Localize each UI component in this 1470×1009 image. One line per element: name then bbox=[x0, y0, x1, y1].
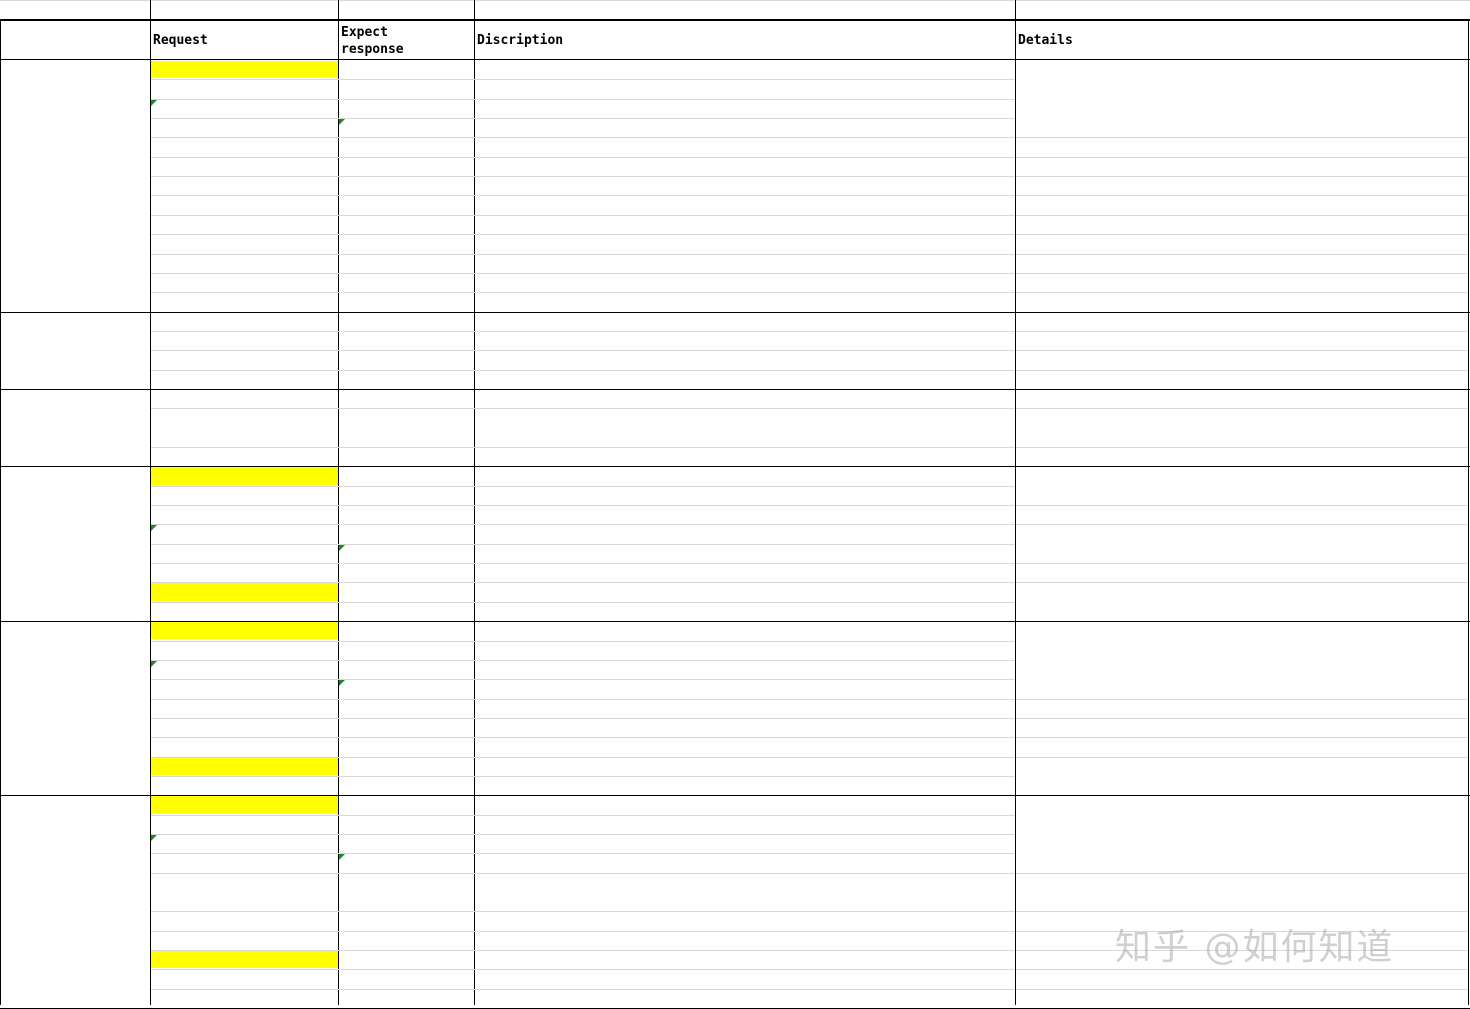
row-line bbox=[1016, 447, 1468, 448]
highlight-fill bbox=[151, 61, 338, 79]
row-line bbox=[151, 872, 1015, 874]
row-line bbox=[151, 350, 1015, 352]
row-line bbox=[1016, 911, 1468, 913]
grid-vline bbox=[1015, 0, 1016, 1005]
row-line bbox=[151, 505, 1015, 507]
row-line bbox=[1016, 234, 1468, 236]
row-line bbox=[1016, 195, 1468, 197]
row-line bbox=[151, 79, 1015, 81]
row-line bbox=[151, 234, 1015, 236]
row-line bbox=[151, 679, 1015, 681]
row-line bbox=[1016, 717, 1468, 719]
row-line bbox=[151, 969, 1015, 971]
comment-marker bbox=[151, 525, 157, 532]
row-line bbox=[151, 737, 1015, 739]
row-line bbox=[151, 408, 1015, 410]
row-line bbox=[1016, 737, 1468, 739]
grid-vline bbox=[1468, 19, 1469, 1005]
highlight-fill bbox=[151, 951, 338, 969]
comment-marker bbox=[151, 660, 157, 667]
spreadsheet: Request Expect response Discription Deta… bbox=[0, 0, 1470, 1009]
row-line bbox=[151, 601, 1015, 603]
row-line bbox=[151, 369, 1015, 371]
row-line bbox=[151, 156, 1015, 158]
row-line bbox=[1016, 872, 1468, 874]
row-line bbox=[151, 543, 1015, 545]
row-line bbox=[1016, 582, 1468, 584]
row-line bbox=[151, 717, 1015, 719]
header-details: Details bbox=[1018, 33, 1073, 48]
header-description: Discription bbox=[477, 33, 564, 48]
row-line bbox=[1016, 524, 1468, 526]
group-line bbox=[0, 311, 1470, 313]
row-line bbox=[1016, 988, 1468, 990]
row-line bbox=[151, 292, 1015, 294]
row-line bbox=[1016, 156, 1468, 158]
row-line bbox=[1016, 505, 1468, 507]
row-line bbox=[151, 640, 1015, 642]
watermark: 知乎 @如何知道 bbox=[1115, 927, 1395, 968]
row-line bbox=[1016, 698, 1468, 700]
row-line bbox=[151, 214, 1015, 216]
row-line bbox=[151, 195, 1015, 197]
row-line bbox=[151, 524, 1015, 526]
group-line bbox=[0, 388, 1470, 390]
row-line bbox=[1016, 369, 1468, 371]
highlight-fill bbox=[151, 796, 338, 814]
row-line bbox=[151, 930, 1015, 932]
row-line bbox=[151, 272, 1015, 274]
row-line bbox=[151, 834, 1015, 835]
grid-top-line bbox=[0, 19, 1470, 21]
row-line bbox=[151, 137, 1015, 139]
highlight-fill bbox=[151, 622, 338, 640]
row-line bbox=[151, 659, 1015, 661]
comment-marker bbox=[151, 835, 157, 841]
row-line bbox=[1016, 214, 1468, 216]
row-line bbox=[151, 775, 1015, 777]
header-expect-response: Expect response bbox=[341, 25, 404, 57]
grid-vline bbox=[0, 19, 1, 1005]
row-line bbox=[1016, 350, 1468, 352]
row-line bbox=[1016, 292, 1468, 294]
grid-hdr-bottom bbox=[0, 59, 1470, 60]
row-line bbox=[151, 253, 1015, 255]
row-line bbox=[1016, 137, 1468, 139]
row-line bbox=[151, 911, 1015, 913]
row-line bbox=[151, 485, 1015, 487]
row-line bbox=[151, 563, 1015, 565]
comment-marker bbox=[339, 119, 345, 126]
highlight-fill bbox=[151, 757, 338, 775]
row-line bbox=[1016, 408, 1468, 410]
row-line bbox=[151, 698, 1015, 700]
highlight-fill bbox=[151, 467, 338, 485]
row-line bbox=[151, 98, 1015, 100]
comment-marker bbox=[339, 854, 345, 861]
row-line bbox=[1016, 253, 1468, 255]
row-line bbox=[1016, 756, 1468, 758]
row-line bbox=[151, 330, 1015, 332]
row-line bbox=[151, 118, 1015, 120]
header-request: Request bbox=[153, 33, 208, 48]
row-line bbox=[151, 814, 1015, 816]
comment-marker bbox=[339, 544, 345, 551]
highlight-fill bbox=[151, 583, 338, 601]
row-line bbox=[151, 447, 1015, 448]
row-line bbox=[1016, 272, 1468, 274]
row-line bbox=[1016, 176, 1468, 178]
comment-marker bbox=[339, 680, 345, 687]
row-line bbox=[151, 176, 1015, 178]
comment-marker bbox=[151, 99, 157, 106]
row-line bbox=[151, 853, 1015, 855]
row-line bbox=[1016, 330, 1468, 332]
row-line bbox=[1016, 563, 1468, 565]
grid-hdr-top bbox=[0, 0, 1470, 1]
row-line bbox=[151, 988, 1015, 990]
